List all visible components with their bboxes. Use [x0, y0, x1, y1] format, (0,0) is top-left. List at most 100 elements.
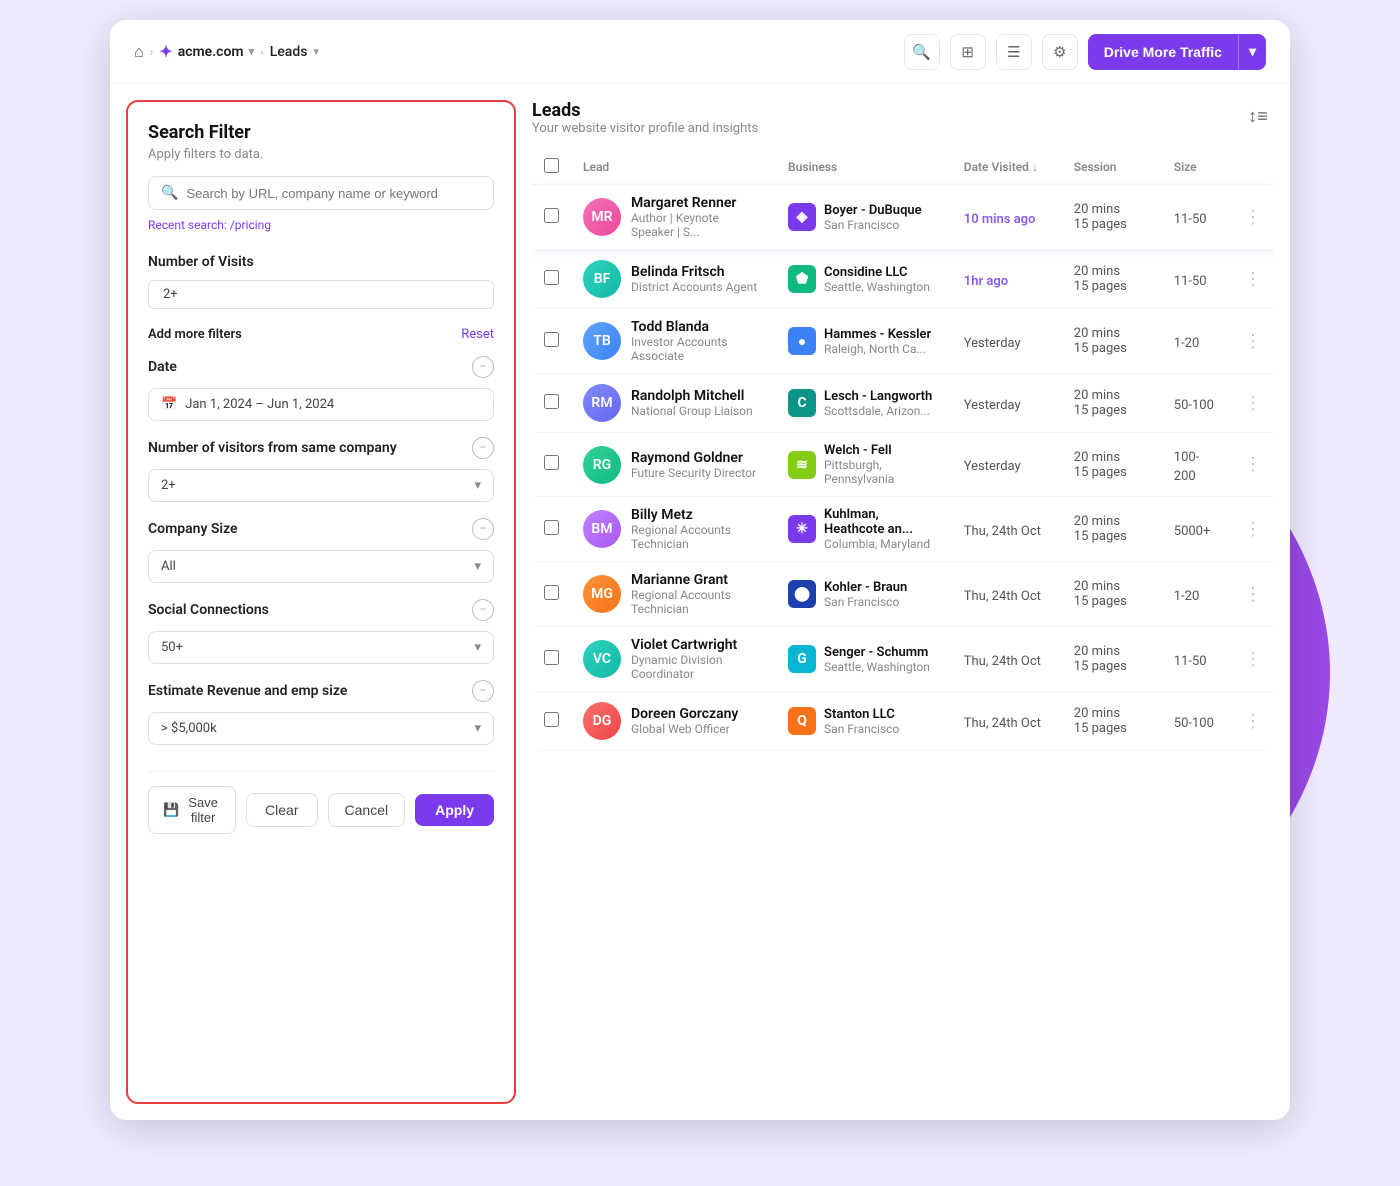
lead-name[interactable]: Randolph Mitchell	[631, 388, 753, 404]
session-pages: 15 pages	[1074, 594, 1150, 609]
table-row[interactable]: BM Billy Metz Regional Accounts Technici…	[532, 497, 1274, 562]
more-options-button[interactable]: ⋮	[1244, 207, 1262, 228]
table-row[interactable]: RG Raymond Goldner Future Security Direc…	[532, 433, 1274, 497]
brand-star-icon: ✦	[159, 42, 172, 61]
actions-cell: ⋮	[1232, 185, 1274, 250]
cancel-button[interactable]: Cancel	[328, 793, 406, 827]
company-size-remove-btn[interactable]: −	[472, 518, 494, 540]
more-options-button[interactable]: ⋮	[1244, 711, 1262, 732]
th-business: Business	[776, 150, 952, 185]
lead-cell: MG Marianne Grant Regional Accounts Tech…	[571, 562, 776, 627]
lead-role: Global Web Officer	[631, 722, 738, 736]
company-size-badge: 50-100	[1174, 398, 1214, 413]
table-row[interactable]: MR Margaret Renner Author | Keynote Spea…	[532, 185, 1274, 250]
clear-button[interactable]: Clear	[246, 793, 317, 827]
biz-name: Considine LLC	[824, 265, 930, 280]
more-options-button[interactable]: ⋮	[1244, 519, 1262, 540]
biz-location: Raleigh, North Ca...	[824, 342, 931, 356]
home-icon[interactable]: ⌂	[134, 42, 144, 62]
select-all-checkbox[interactable]	[544, 158, 559, 173]
table-row[interactable]: MG Marianne Grant Regional Accounts Tech…	[532, 562, 1274, 627]
table-header: Lead Business Date Visited ↓ Session	[532, 150, 1274, 185]
session-cell: 20 mins 15 pages	[1062, 692, 1162, 751]
size-cell: 100-200	[1162, 433, 1232, 497]
date-sort-icon[interactable]: ↓	[1032, 160, 1038, 174]
search-input[interactable]	[186, 186, 481, 201]
table-row[interactable]: RM Randolph Mitchell National Group Liai…	[532, 374, 1274, 433]
lead-name[interactable]: Doreen Gorczany	[631, 706, 738, 722]
revenue-remove-btn[interactable]: −	[472, 680, 494, 702]
more-options-button[interactable]: ⋮	[1244, 584, 1262, 605]
visitors-dropdown[interactable]: 2+ ▾	[148, 469, 494, 502]
leads-subtitle: Your website visitor profile and insight…	[532, 121, 758, 136]
lead-name[interactable]: Margaret Renner	[631, 195, 764, 211]
date-picker[interactable]: 📅 Jan 1, 2024 – Jun 1, 2024	[148, 388, 494, 421]
more-options-button[interactable]: ⋮	[1244, 649, 1262, 670]
date-cell: Thu, 24th Oct	[952, 562, 1062, 627]
more-options-button[interactable]: ⋮	[1244, 454, 1262, 475]
biz-logo: ✳	[788, 515, 816, 543]
list-view-button[interactable]: ☰	[996, 34, 1032, 70]
row-checkbox[interactable]	[544, 650, 559, 665]
social-remove-btn[interactable]: −	[472, 599, 494, 621]
row-checkbox[interactable]	[544, 332, 559, 347]
brand-name[interactable]: ✦ acme.com ▾	[159, 42, 254, 61]
search-button[interactable]: 🔍	[904, 34, 940, 70]
actions-cell: ⋮	[1232, 250, 1274, 309]
session-pages: 15 pages	[1074, 341, 1150, 356]
session-time: 20 mins	[1074, 264, 1150, 279]
biz-info: Hammes - Kessler Raleigh, North Ca...	[824, 327, 931, 356]
sort-button[interactable]: ↕≡	[1242, 100, 1274, 132]
save-filter-button[interactable]: 💾 Save filter	[148, 786, 236, 834]
lead-name[interactable]: Marianne Grant	[631, 572, 764, 588]
table-row[interactable]: TB Todd Blanda Investor Accounts Associa…	[532, 309, 1274, 374]
row-checkbox[interactable]	[544, 208, 559, 223]
table-row[interactable]: BF Belinda Fritsch District Accounts Age…	[532, 250, 1274, 309]
table-row[interactable]: VC Violet Cartwright Dynamic Division Co…	[532, 627, 1274, 692]
drive-traffic-button[interactable]: Drive More Traffic ▾	[1088, 34, 1266, 70]
biz-name: Kuhlman, Heathcote an...	[824, 507, 940, 537]
settings-button[interactable]: ⚙	[1042, 34, 1078, 70]
session-pages: 15 pages	[1074, 659, 1150, 674]
date-filter-remove-btn[interactable]: −	[472, 356, 494, 378]
lead-name[interactable]: Violet Cartwright	[631, 637, 764, 653]
page-name-label: Leads	[270, 44, 308, 60]
row-checkbox[interactable]	[544, 520, 559, 535]
company-size-badge: 1-20	[1174, 589, 1200, 604]
company-size-chevron-icon: ▾	[474, 559, 481, 574]
biz-name: Kohler - Braun	[824, 580, 907, 595]
revenue-dropdown[interactable]: > $5,000k ▾	[148, 712, 494, 745]
more-options-button[interactable]: ⋮	[1244, 331, 1262, 352]
row-checkbox[interactable]	[544, 394, 559, 409]
lead-cell: BF Belinda Fritsch District Accounts Age…	[571, 250, 776, 309]
date-visited: 1hr ago	[964, 274, 1008, 289]
lead-name[interactable]: Raymond Goldner	[631, 450, 756, 466]
more-options-button[interactable]: ⋮	[1244, 269, 1262, 290]
visitors-filter-remove-btn[interactable]: −	[472, 437, 494, 459]
row-checkbox[interactable]	[544, 585, 559, 600]
biz-location: Seattle, Washington	[824, 280, 930, 294]
lead-name[interactable]: Todd Blanda	[631, 319, 764, 335]
search-box[interactable]: 🔍	[148, 176, 494, 210]
leads-header: Leads Your website visitor profile and i…	[532, 100, 1274, 136]
table-row[interactable]: DG Doreen Gorczany Global Web Officer Q …	[532, 692, 1274, 751]
avatar: DG	[583, 702, 621, 740]
more-options-button[interactable]: ⋮	[1244, 393, 1262, 414]
recent-search-link[interactable]: /pricing	[230, 218, 271, 232]
row-checkbox[interactable]	[544, 270, 559, 285]
row-checkbox[interactable]	[544, 712, 559, 727]
apply-button[interactable]: Apply	[415, 794, 494, 826]
grid-view-button[interactable]: ⊞	[950, 34, 986, 70]
row-checkbox[interactable]	[544, 455, 559, 470]
lead-name[interactable]: Belinda Fritsch	[631, 264, 757, 280]
business-cell: ≋ Welch - Fell Pittsburgh, Pennsylvania	[776, 433, 952, 497]
social-dropdown[interactable]: 50+ ▾	[148, 631, 494, 664]
biz-location: Seattle, Washington	[824, 660, 930, 674]
company-size-dropdown[interactable]: All ▾	[148, 550, 494, 583]
lead-role: Author | Keynote Speaker | S...	[631, 211, 764, 239]
lead-name[interactable]: Billy Metz	[631, 507, 764, 523]
biz-info: Kohler - Braun San Francisco	[824, 580, 907, 609]
sep1: ›	[150, 45, 154, 59]
biz-location: Columbia, Maryland	[824, 537, 940, 551]
reset-link[interactable]: Reset	[461, 327, 494, 342]
